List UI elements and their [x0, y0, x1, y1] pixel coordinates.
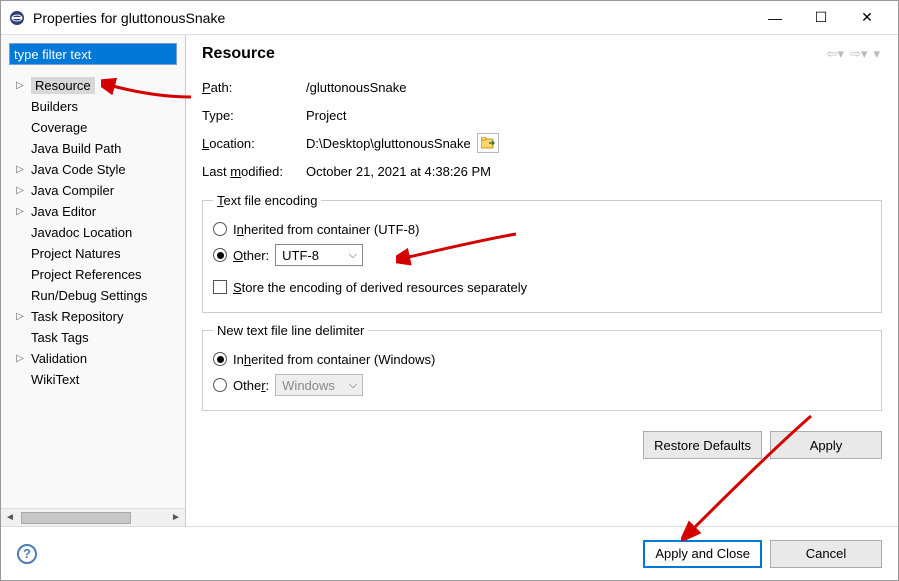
- page-title: Resource: [202, 45, 825, 63]
- encoding-combo[interactable]: UTF-8: [275, 244, 363, 266]
- encoding-group: Text file encoding Inherited from contai…: [202, 193, 882, 313]
- tree-item-label: Validation: [31, 351, 87, 366]
- encoding-inherited-radio[interactable]: [213, 222, 227, 236]
- tree-item-javadoc-location[interactable]: Javadoc Location: [1, 222, 185, 243]
- store-encoding-check[interactable]: [213, 280, 227, 294]
- filter-input[interactable]: [9, 43, 177, 65]
- tree-item-java-code-style[interactable]: ▷ Java Code Style: [1, 159, 185, 180]
- delimiter-other-label: Other:: [233, 378, 269, 393]
- type-label: Type:: [202, 108, 306, 123]
- tree-item-label: Task Tags: [31, 330, 89, 345]
- encoding-inherited-label: Inherited from container (UTF-8): [233, 222, 419, 237]
- nav-forward-icon[interactable]: ⇨▾: [848, 46, 869, 62]
- sidebar: ▷ Resource Builders Coverage Java Build Path…: [1, 35, 186, 526]
- tree-item-label: Java Build Path: [31, 141, 121, 156]
- tree-item-resource[interactable]: ▷ Resource: [1, 75, 185, 96]
- titlebar: Properties for gluttonousSnake — ☐ ✕: [1, 1, 898, 35]
- tree-item-run-debug-settings[interactable]: Run/Debug Settings: [1, 285, 185, 306]
- scroll-left-icon[interactable]: ◄: [1, 512, 19, 523]
- cancel-button[interactable]: Cancel: [770, 540, 882, 568]
- apply-button[interactable]: Apply: [770, 431, 882, 459]
- store-encoding-label: Store the encoding of derived resources …: [233, 280, 527, 295]
- encoding-legend: Text file encoding: [213, 193, 321, 208]
- tree-item-java-build-path[interactable]: Java Build Path: [1, 138, 185, 159]
- nav-history: ⇦▾ ⇨▾ ▾: [825, 46, 882, 62]
- tree-item-wikitext[interactable]: WikiText: [1, 369, 185, 390]
- show-in-explorer-button[interactable]: [477, 133, 499, 153]
- main-panel: Resource ⇦▾ ⇨▾ ▾ Path: /gluttonousSnake …: [186, 35, 898, 526]
- delimiter-group: New text file line delimiter Inherited f…: [202, 323, 882, 411]
- apply-and-close-button[interactable]: Apply and Close: [643, 540, 762, 568]
- tree-item-label: Java Code Style: [31, 162, 126, 177]
- tree-item-label: Project Natures: [31, 246, 121, 261]
- window-title: Properties for gluttonousSnake: [33, 10, 752, 26]
- tree-item-coverage[interactable]: Coverage: [1, 117, 185, 138]
- delimiter-inherited-radio[interactable]: [213, 352, 227, 366]
- path-label: Path:: [202, 80, 306, 95]
- expand-icon[interactable]: ▷: [14, 311, 26, 322]
- expand-icon[interactable]: ▷: [14, 164, 26, 175]
- category-tree[interactable]: ▷ Resource Builders Coverage Java Build Path…: [1, 73, 185, 508]
- maximize-button[interactable]: ☐: [798, 3, 844, 33]
- modified-label: Last modified:: [202, 164, 306, 179]
- close-button[interactable]: ✕: [844, 3, 890, 33]
- type-value: Project: [306, 108, 882, 123]
- tree-item-validation[interactable]: ▷ Validation: [1, 348, 185, 369]
- delimiter-other-radio[interactable]: [213, 378, 227, 392]
- expand-icon[interactable]: ▷: [14, 80, 26, 91]
- tree-item-java-editor[interactable]: ▷ Java Editor: [1, 201, 185, 222]
- scroll-thumb[interactable]: [21, 512, 131, 524]
- location-label: Location:: [202, 136, 306, 151]
- tree-item-label: WikiText: [31, 372, 79, 387]
- encoding-other-label: Other:: [233, 248, 269, 263]
- modified-value: October 21, 2021 at 4:38:26 PM: [306, 164, 882, 179]
- tree-item-label: Resource: [31, 77, 95, 94]
- delimiter-legend: New text file line delimiter: [213, 323, 368, 338]
- delimiter-combo: Windows: [275, 374, 363, 396]
- encoding-other-radio[interactable]: [213, 248, 227, 262]
- tree-item-label: Task Repository: [31, 309, 123, 324]
- tree-item-label: Project References: [31, 267, 142, 282]
- location-value: D:\Desktop\gluttonousSnake: [306, 136, 471, 151]
- tree-item-label: Java Compiler: [31, 183, 114, 198]
- tree-item-label: Builders: [31, 99, 78, 114]
- scroll-right-icon[interactable]: ►: [167, 512, 185, 523]
- delimiter-inherited-label: Inherited from container (Windows): [233, 352, 435, 367]
- expand-icon[interactable]: ▷: [14, 353, 26, 364]
- nav-menu-icon[interactable]: ▾: [871, 46, 882, 62]
- sidebar-hscroll[interactable]: ◄ ►: [1, 508, 185, 526]
- nav-back-icon[interactable]: ⇦▾: [825, 46, 846, 62]
- tree-item-java-compiler[interactable]: ▷ Java Compiler: [1, 180, 185, 201]
- tree-item-task-tags[interactable]: Task Tags: [1, 327, 185, 348]
- minimize-button[interactable]: —: [752, 3, 798, 33]
- tree-item-project-references[interactable]: Project References: [1, 264, 185, 285]
- tree-item-builders[interactable]: Builders: [1, 96, 185, 117]
- restore-defaults-button[interactable]: Restore Defaults: [643, 431, 762, 459]
- tree-item-task-repository[interactable]: ▷ Task Repository: [1, 306, 185, 327]
- tree-item-label: Run/Debug Settings: [31, 288, 147, 303]
- bottom-bar: ? Apply and Close Cancel: [1, 526, 898, 580]
- eclipse-icon: [9, 10, 25, 26]
- tree-item-label: Java Editor: [31, 204, 96, 219]
- tree-item-project-natures[interactable]: Project Natures: [1, 243, 185, 264]
- expand-icon[interactable]: ▷: [14, 206, 26, 217]
- tree-item-label: Coverage: [31, 120, 87, 135]
- tree-item-label: Javadoc Location: [31, 225, 132, 240]
- path-value: /gluttonousSnake: [306, 80, 882, 95]
- help-icon[interactable]: ?: [17, 544, 37, 564]
- expand-icon[interactable]: ▷: [14, 185, 26, 196]
